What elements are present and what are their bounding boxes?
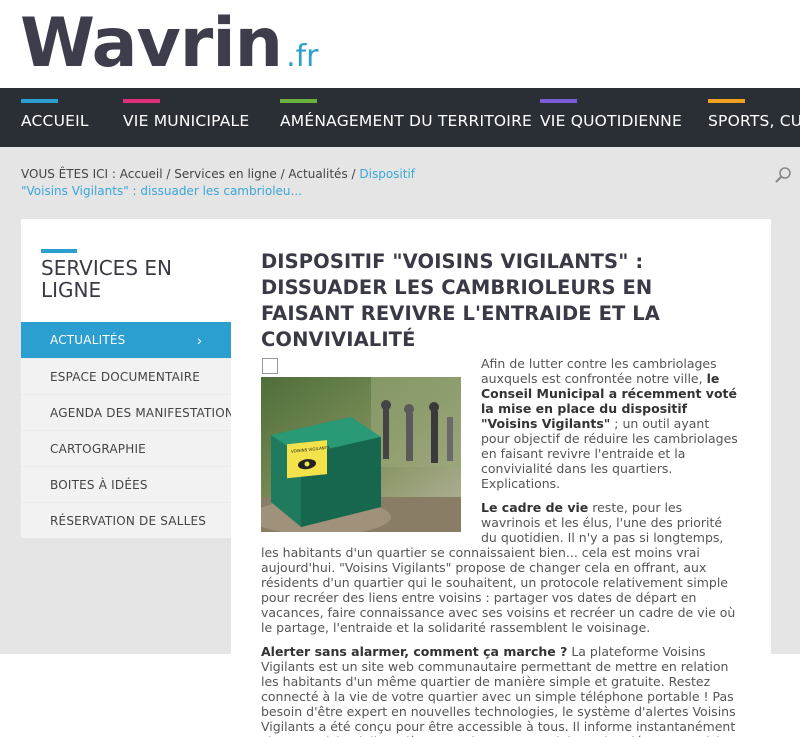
article-body: VOISINS VIGILANTS Afin de lutter contre … [261,356,741,737]
nav-item-label: AMÉNAGEMENT DU TERRITOIRE [280,112,533,130]
breadcrumb: VOUS ÊTES ICI : Accueil / Services en li… [21,167,416,198]
breadcrumb-prefix: VOUS ÊTES ICI : [21,167,120,181]
article-figure: VOISINS VIGILANTS [261,356,469,532]
logo-tld: .fr [286,39,319,74]
article-paragraph-3: Alerter sans alarmer, comment ça marche … [261,644,736,737]
main-nav: ACCUEIL VIE MUNICIPALE AMÉNAGEMENT DU TE… [0,88,800,147]
sidebar-item-label: ACTUALITÉS [50,333,126,347]
sidebar-menu: ACTUALITÉS › ESPACE DOCUMENTAIRE AGENDA … [21,322,242,538]
sidebar-item-espace-documentaire[interactable]: ESPACE DOCUMENTAIRE [21,358,231,394]
site-header: Wavrin .fr [0,0,800,88]
breadcrumb-link-services[interactable]: Services en ligne [174,167,277,181]
sidebar-item-label: ESPACE DOCUMENTAIRE [50,370,201,384]
nav-item-label: VIE MUNICIPALE [123,112,250,130]
sidebar: SERVICES EN LIGNE ACTUALITÉS › ESPACE DO… [21,219,242,538]
breadcrumb-link-accueil[interactable]: Accueil [120,167,163,181]
sidebar-item-label: AGENDA DES MANIFESTATIONS [50,406,242,420]
article-photo: VOISINS VIGILANTS [261,377,461,532]
sidebar-item-agenda[interactable]: AGENDA DES MANIFESTATIONS [21,394,242,430]
sidebar-item-label: CARTOGRAPHIE [50,442,146,456]
chevron-right-icon: › [197,332,202,348]
nav-item-label: VIE QUOTIDIENNE [540,112,682,130]
sidebar-accent-bar [41,249,77,253]
sidebar-item-cartographie[interactable]: CARTOGRAPHIE [21,430,231,466]
breadcrumb-link-actualites[interactable]: Actualités [288,167,347,181]
nav-item-label: ACCUEIL [21,112,89,130]
sidebar-item-label: RÉSERVATION DE SALLES [50,514,207,528]
nav-accent-bar [708,99,745,103]
sidebar-item-reservation-salles[interactable]: RÉSERVATION DE SALLES [21,502,231,538]
sidebar-item-actualites[interactable]: ACTUALITÉS › [21,322,231,358]
nav-accent-bar [123,99,160,103]
broken-image-icon [262,358,278,374]
sidebar-title: SERVICES EN LIGNE [41,256,172,302]
search-icon[interactable] [774,166,792,184]
nav-accent-bar [280,99,317,103]
sidebar-item-boites-idees[interactable]: BOITES À IDÉES [21,466,231,502]
nav-item-label: SPORTS, CULT [708,112,800,130]
article-title: DISPOSITIF "VOISINS VIGILANTS" : DISSUAD… [261,250,660,351]
logo-wordmark: Wavrin [20,4,283,83]
nav-accent-bar [21,99,58,103]
sidebar-item-label: BOITES À IDÉES [50,478,148,492]
nav-accent-bar [540,99,577,103]
site-logo[interactable]: Wavrin .fr [20,8,319,80]
